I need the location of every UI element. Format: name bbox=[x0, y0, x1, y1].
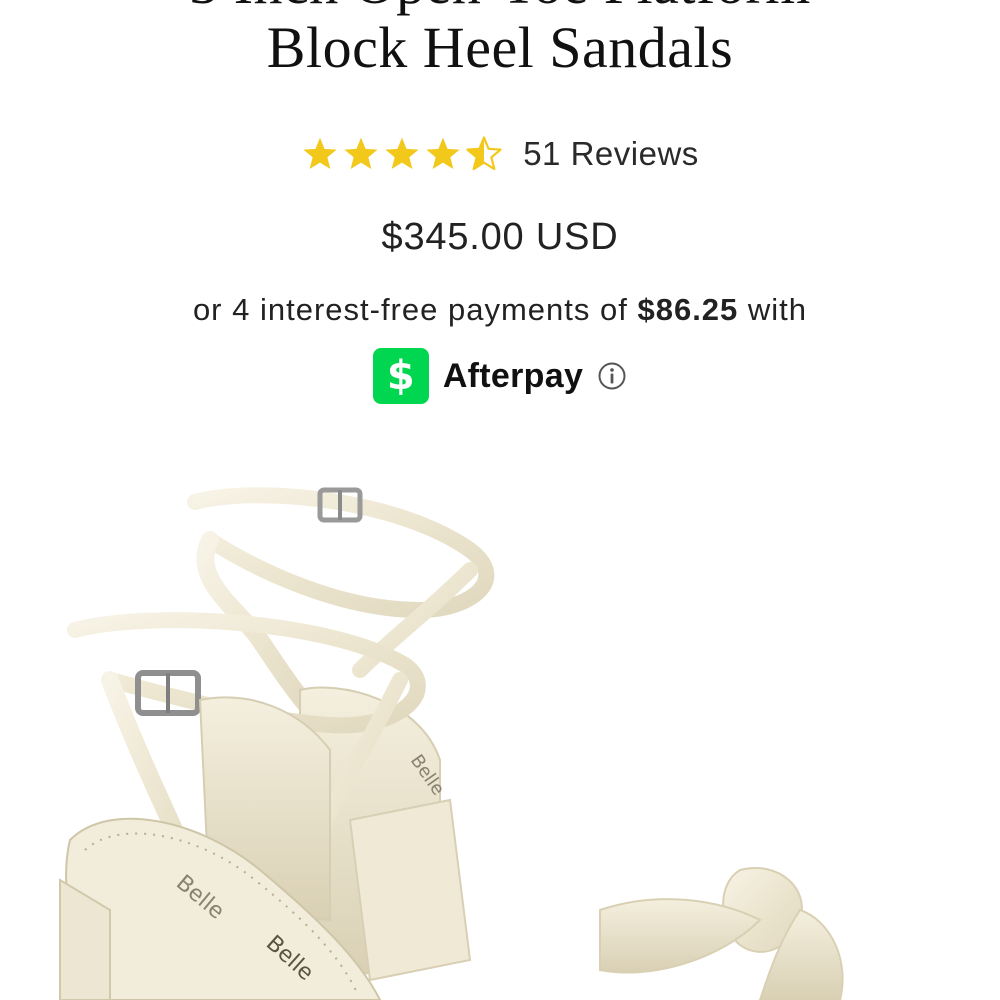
afterpay-row[interactable]: $ Afterpay bbox=[0, 348, 1000, 404]
afterpay-label: Afterpay bbox=[442, 356, 584, 395]
star-rating bbox=[301, 136, 503, 172]
info-icon[interactable] bbox=[597, 361, 627, 391]
reviews-link[interactable]: 51 Reviews bbox=[523, 135, 699, 173]
star-full-icon bbox=[301, 136, 339, 172]
installments-prefix: or 4 interest-free payments of bbox=[192, 292, 638, 327]
star-half-icon bbox=[465, 136, 503, 172]
product-title-line-1: 3 Inch Open-Toe Platform bbox=[0, 0, 1000, 16]
installments-suffix: with bbox=[738, 292, 808, 327]
rating-row[interactable]: 51 Reviews bbox=[0, 126, 1000, 182]
product-price: $345.00 USD bbox=[381, 216, 619, 258]
star-full-icon bbox=[383, 136, 421, 172]
product-image[interactable]: Belle Belle Belle bbox=[0, 440, 1000, 1000]
product-title-line-2: Block Heel Sandals bbox=[266, 15, 734, 80]
cash-app-glyph: $ bbox=[386, 353, 415, 399]
product-title: 3 Inch Open-Toe Platform Block Heel Sand… bbox=[0, 0, 1000, 80]
installments-text: or 4 interest-free payments of $86.25 wi… bbox=[0, 292, 1000, 328]
star-full-icon bbox=[342, 136, 380, 172]
cash-app-icon: $ bbox=[372, 348, 429, 404]
installment-amount: $86.25 bbox=[637, 292, 739, 327]
star-full-icon bbox=[424, 136, 462, 172]
